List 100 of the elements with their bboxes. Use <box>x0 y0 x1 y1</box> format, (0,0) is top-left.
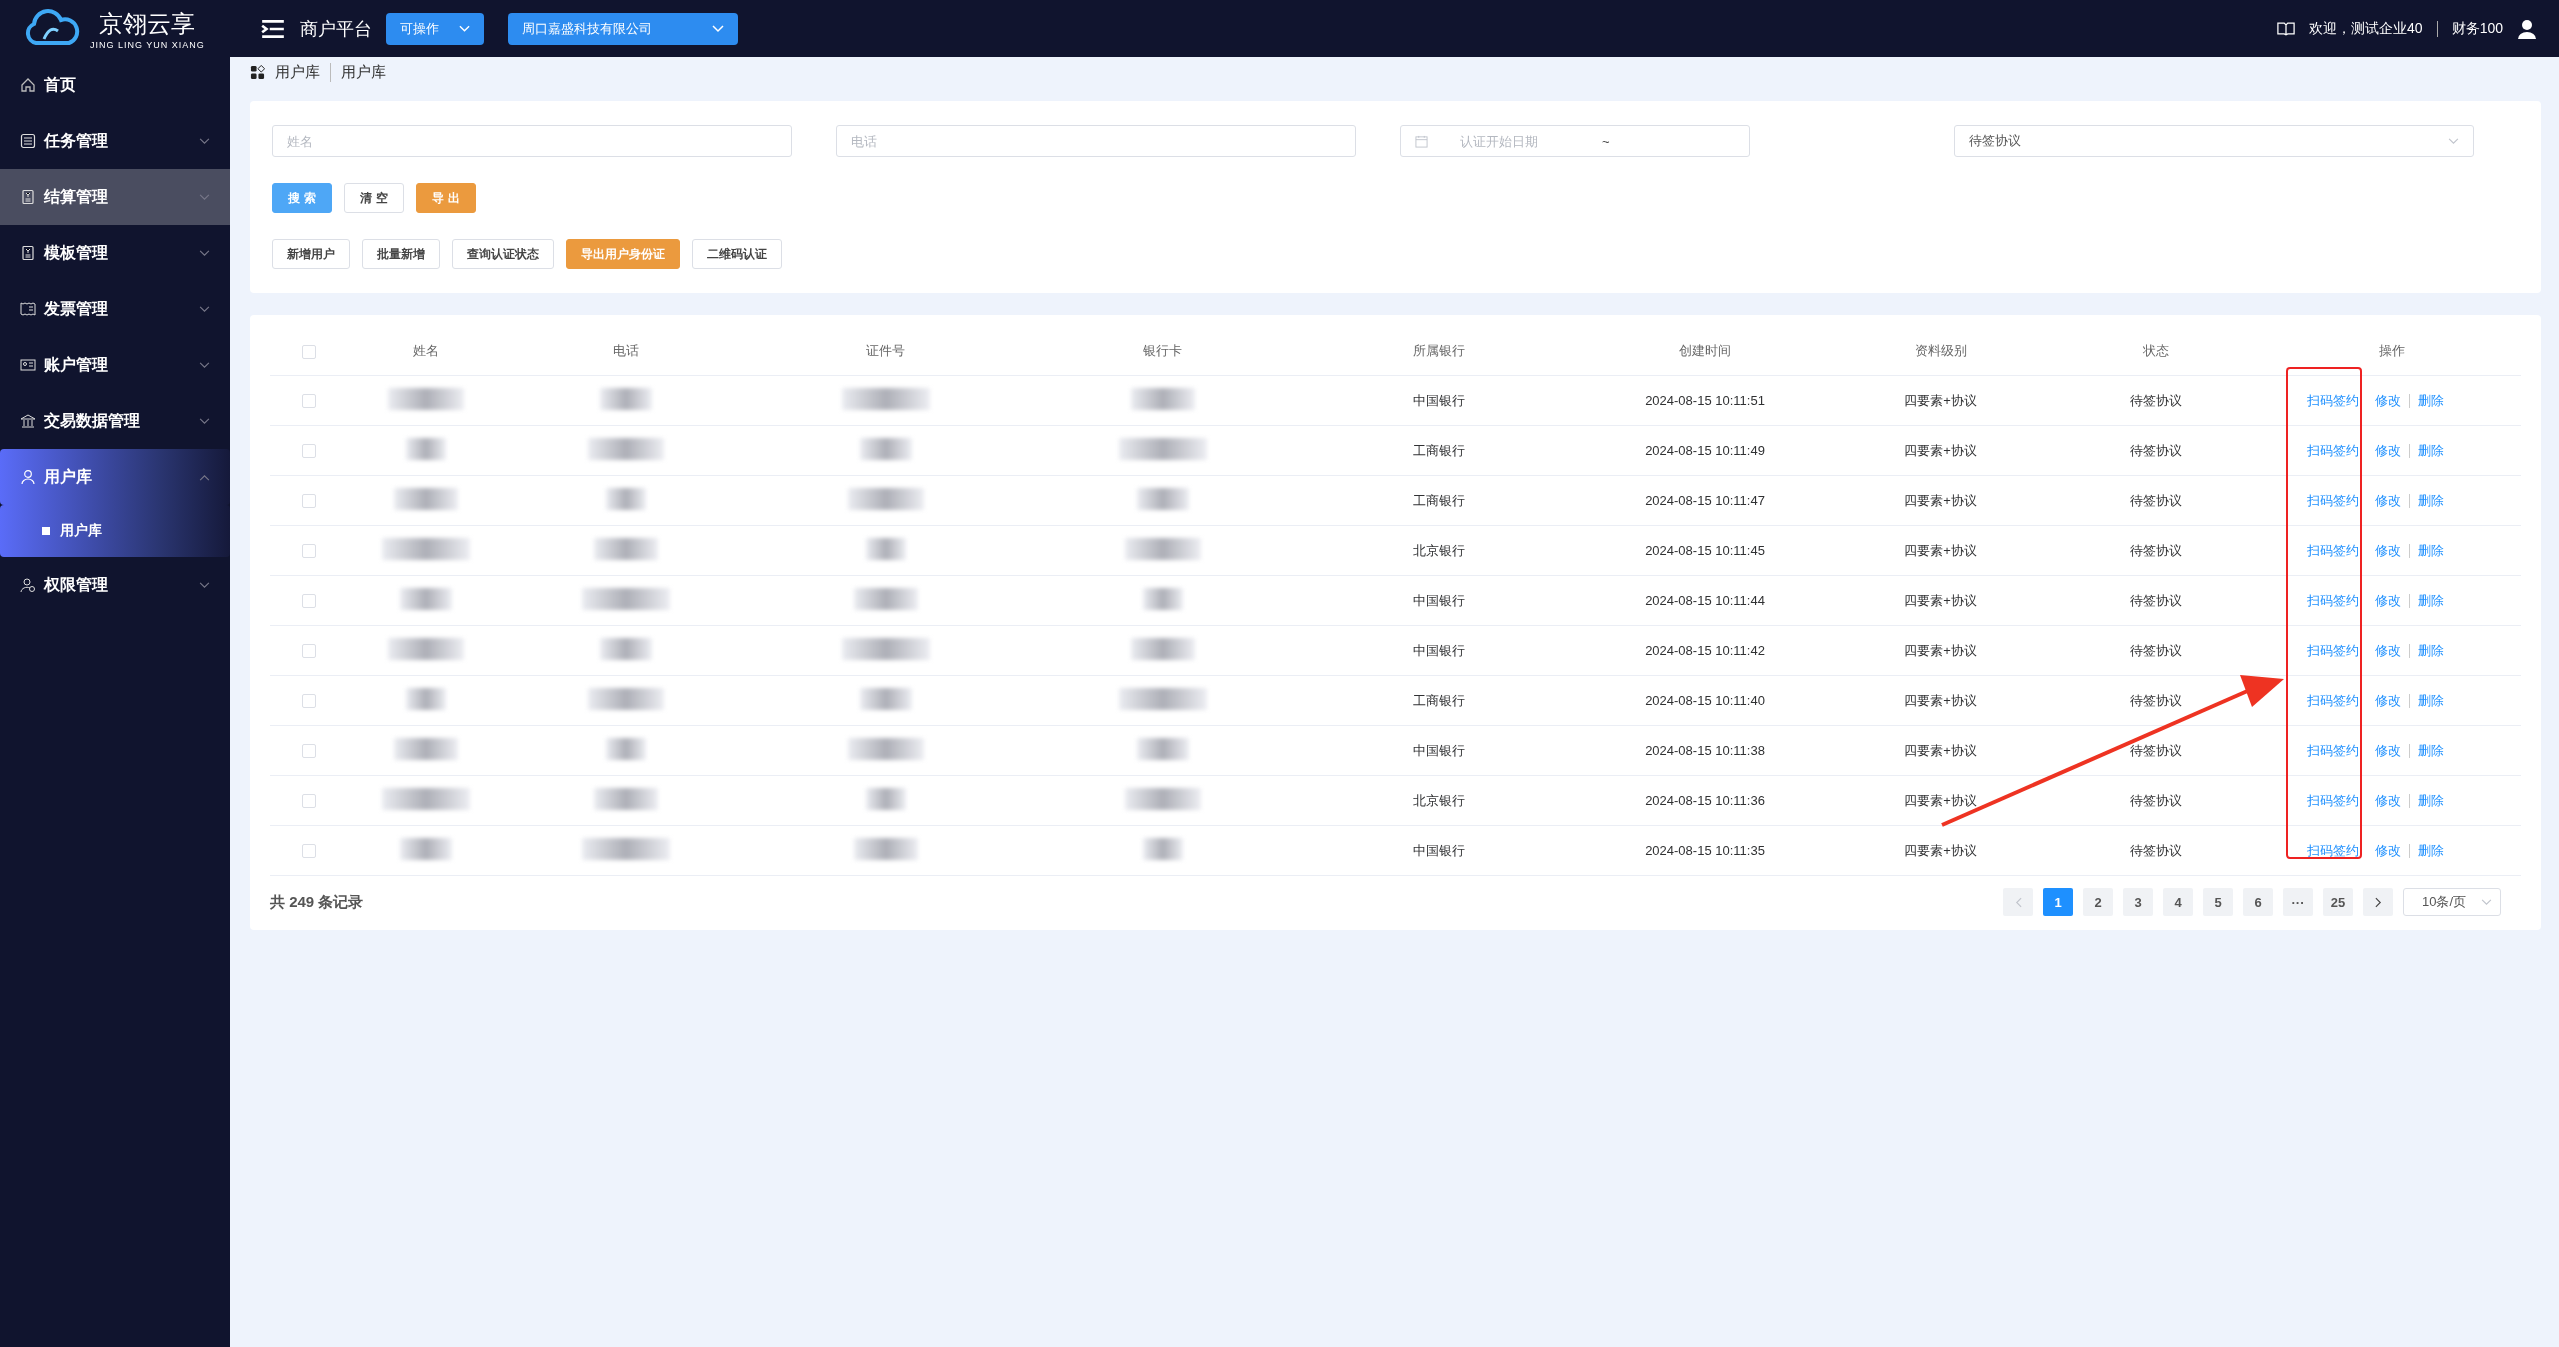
breadcrumb-item[interactable]: 用户库 <box>330 62 386 82</box>
search-button[interactable]: 搜 索 <box>272 183 332 213</box>
next-page-button[interactable] <box>2363 888 2393 916</box>
row-action-link[interactable]: 修改 <box>2375 394 2401 408</box>
row-action-link[interactable]: 删除 <box>2409 444 2444 458</box>
checkbox[interactable] <box>301 744 316 759</box>
row-action-link[interactable]: 扫码签约 <box>2307 394 2359 408</box>
checkbox[interactable] <box>301 794 316 809</box>
action-button[interactable]: 新增用户 <box>272 239 350 269</box>
row-action-link[interactable]: 扫码签约 <box>2307 644 2359 658</box>
row-action-link[interactable]: 删除 <box>2409 794 2444 808</box>
checkbox[interactable] <box>301 494 316 509</box>
row-action-link[interactable]: 扫码签约 <box>2307 494 2359 508</box>
prev-page-button[interactable] <box>2003 888 2033 916</box>
checkbox[interactable] <box>301 644 316 659</box>
checkbox[interactable] <box>301 844 316 859</box>
sidebar-item[interactable]: 账户管理 <box>0 337 230 393</box>
apps-icon <box>250 64 265 80</box>
redacted-block <box>859 438 912 460</box>
page-button[interactable]: 25 <box>2323 888 2353 916</box>
page-button[interactable]: 2 <box>2083 888 2113 916</box>
page-size-select[interactable]: 10条/页 <box>2403 888 2501 916</box>
company-select[interactable]: 周口嘉盛科技有限公司 <box>508 12 738 45</box>
table-cell: 2024-08-15 10:11:36 <box>1577 775 1833 826</box>
row-action-link[interactable]: 修改 <box>2375 744 2401 758</box>
column-header: 证件号 <box>747 327 1024 376</box>
checkbox[interactable] <box>301 544 316 559</box>
export-button[interactable]: 导 出 <box>416 183 476 213</box>
checkbox[interactable] <box>301 394 316 409</box>
chevron-down-icon <box>2481 898 2492 906</box>
breadcrumb-item[interactable]: 用户库 <box>275 62 320 82</box>
checkbox[interactable] <box>301 694 316 709</box>
table-cell: 待签协议 <box>2048 725 2263 776</box>
table-cell: 北京银行 <box>1301 525 1577 576</box>
action-button[interactable]: 导出用户身份证 <box>566 239 680 269</box>
action-button[interactable]: 查询认证状态 <box>452 239 554 269</box>
sidebar-item[interactable]: 任务管理 <box>0 113 230 169</box>
table-cell: 待签协议 <box>2048 775 2263 826</box>
sidebar-item[interactable]: 模板管理 <box>0 225 230 281</box>
chevron-right-icon <box>2374 896 2382 908</box>
menu-icon[interactable] <box>260 17 286 40</box>
page-button[interactable]: 5 <box>2203 888 2233 916</box>
action-button[interactable]: 二维码认证 <box>692 239 782 269</box>
row-action-link[interactable]: 扫码签约 <box>2307 444 2359 458</box>
page-button[interactable]: 4 <box>2163 888 2193 916</box>
row-action-link[interactable]: 删除 <box>2409 394 2444 408</box>
checkbox[interactable] <box>301 344 316 359</box>
row-action-link[interactable]: 删除 <box>2409 494 2444 508</box>
redacted-block <box>865 538 906 560</box>
user-icon[interactable] <box>2517 18 2537 39</box>
row-action-link[interactable]: 修改 <box>2375 794 2401 808</box>
row-action-link[interactable]: 删除 <box>2409 594 2444 608</box>
row-action-link[interactable]: 删除 <box>2409 744 2444 758</box>
user-icon <box>20 469 36 485</box>
sidebar-item[interactable]: 首页 <box>0 57 230 113</box>
table-cell: 四要素+协议 <box>1833 825 2048 876</box>
page-button[interactable]: 6 <box>2243 888 2273 916</box>
page-button[interactable]: ··· <box>2283 888 2313 916</box>
table-cell: 2024-08-15 10:11:40 <box>1577 675 1833 726</box>
checkbox[interactable] <box>301 444 316 459</box>
calendar-icon <box>1415 134 1428 148</box>
status-select[interactable]: 待签协议 <box>1954 125 2474 157</box>
table-cell: 2024-08-15 10:11:44 <box>1577 575 1833 626</box>
row-action-link[interactable]: 修改 <box>2375 444 2401 458</box>
phone-field[interactable]: 电话 <box>836 125 1356 157</box>
row-action-link[interactable]: 修改 <box>2375 544 2401 558</box>
sidebar-item[interactable]: 交易数据管理 <box>0 393 230 449</box>
document-icon <box>20 245 36 261</box>
name-field[interactable]: 姓名 <box>272 125 792 157</box>
sidebar-subitem[interactable]: 用户库 <box>0 505 230 557</box>
row-action-link[interactable]: 扫码签约 <box>2307 744 2359 758</box>
row-action-link[interactable]: 修改 <box>2375 844 2401 858</box>
row-action-link[interactable]: 扫码签约 <box>2307 694 2359 708</box>
row-action-link[interactable]: 扫码签约 <box>2307 794 2359 808</box>
row-action-link[interactable]: 扫码签约 <box>2307 594 2359 608</box>
clear-button[interactable]: 清 空 <box>344 183 404 213</box>
checkbox[interactable] <box>301 594 316 609</box>
sidebar-item[interactable]: 发票管理 <box>0 281 230 337</box>
row-action-link[interactable]: 修改 <box>2375 594 2401 608</box>
column-header: 所属银行 <box>1301 327 1577 376</box>
action-button[interactable]: 批量新增 <box>362 239 440 269</box>
sidebar-item[interactable]: 结算管理 <box>0 169 230 225</box>
row-action-link[interactable]: 删除 <box>2409 544 2444 558</box>
status-select[interactable]: 可操作 <box>386 12 484 45</box>
row-action-link[interactable]: 修改 <box>2375 644 2401 658</box>
redacted-block <box>1142 838 1183 860</box>
row-action-link[interactable]: 修改 <box>2375 494 2401 508</box>
page-button[interactable]: 1 <box>2043 888 2073 916</box>
row-action-link[interactable]: 删除 <box>2409 644 2444 658</box>
row-action-link[interactable]: 删除 <box>2409 844 2444 858</box>
row-action-link[interactable]: 扫码签约 <box>2307 844 2359 858</box>
sidebar-item[interactable]: 用户库 <box>0 449 230 505</box>
table-cell: 待签协议 <box>2048 375 2263 426</box>
row-action-link[interactable]: 修改 <box>2375 694 2401 708</box>
book-icon[interactable] <box>2277 21 2296 36</box>
page-button[interactable]: 3 <box>2123 888 2153 916</box>
sidebar-item[interactable]: 权限管理 <box>0 557 230 613</box>
row-action-link[interactable]: 扫码签约 <box>2307 544 2359 558</box>
table-cell: 待签协议 <box>2048 425 2263 476</box>
row-action-link[interactable]: 删除 <box>2409 694 2444 708</box>
